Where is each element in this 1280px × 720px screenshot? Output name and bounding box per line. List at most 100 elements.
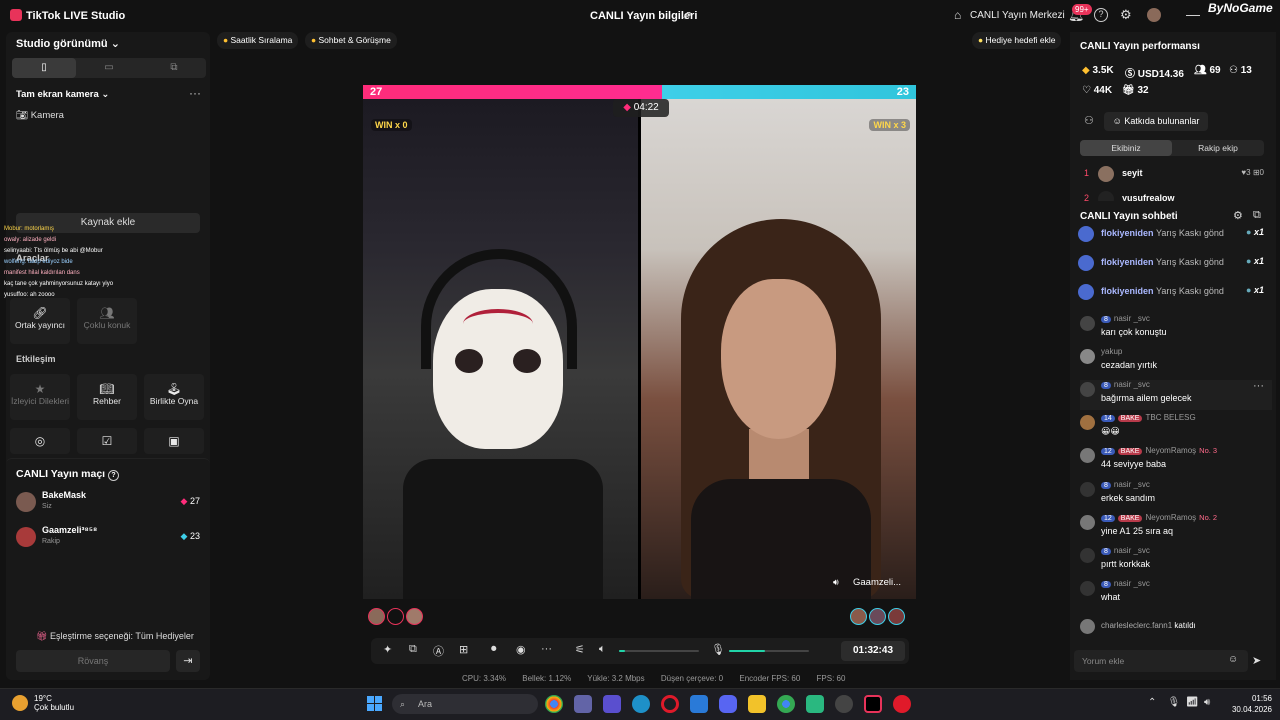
chat-username[interactable]: TBC BELESG — [1145, 413, 1195, 422]
chat-message[interactable]: 8 nasir _svc karı çok konuştu — [1080, 314, 1272, 344]
chrome-icon[interactable] — [777, 695, 795, 713]
avatar[interactable] — [850, 608, 867, 625]
avatar[interactable] — [368, 608, 385, 625]
co-host-button[interactable]: 🔗︎ Ortak yayıncı — [10, 298, 70, 344]
volume-icon[interactable]: 🔈︎ — [599, 643, 606, 656]
folder-icon[interactable] — [748, 695, 766, 713]
people-icon[interactable]: ⚇ — [1084, 114, 1094, 127]
system-clock[interactable]: 01:56 30.04.2026 — [1228, 693, 1272, 715]
chat-username[interactable]: nasir _svc — [1114, 314, 1150, 323]
portrait-layout-tab[interactable]: ▯ — [12, 58, 76, 78]
weather-widget[interactable]: 19°C Çok bulutlu — [34, 694, 74, 712]
contributor-row[interactable]: 1 seyit ♥3 ⊞0 — [1084, 166, 1268, 184]
settings-icon[interactable]: ⚙ — [1233, 209, 1243, 222]
multi-guest-button[interactable]: 👥︎ Çoklu konuk — [77, 298, 137, 344]
chat-message[interactable]: 12 BAKE NeyomRamoş No. 2 yine A1 25 sıra aq — [1080, 513, 1272, 543]
home-icon[interactable]: ⌂ — [954, 8, 961, 22]
opera-icon[interactable] — [661, 695, 679, 713]
ai-icon[interactable]: Ⓐ — [433, 643, 444, 659]
chat-username[interactable]: nasir _svc — [1114, 380, 1150, 389]
start-button[interactable] — [367, 696, 383, 712]
player-row[interactable]: Gaamzeli³⁸⁵⁸ Rakip ◆ 23 — [16, 525, 206, 551]
mic-slider[interactable] — [729, 650, 809, 652]
taskbar-search[interactable]: ⌕ Ara — [392, 694, 538, 714]
avatar[interactable] — [406, 608, 423, 625]
share-icon[interactable]: ⇗ — [682, 8, 692, 22]
tool-tile[interactable]: ▣ — [144, 428, 204, 454]
guide-button[interactable]: 📖︎ Rehber — [77, 374, 137, 420]
chat-username[interactable]: yakup — [1101, 347, 1122, 356]
camera-toggle-icon[interactable]: ◉ — [516, 643, 526, 656]
chat-username[interactable]: nasir _svc — [1114, 480, 1150, 489]
edge-icon[interactable] — [632, 695, 650, 713]
more-icon[interactable]: ··· — [1253, 380, 1264, 392]
discord-icon[interactable] — [719, 695, 737, 713]
chevron-up-icon[interactable]: ⌃ — [1148, 697, 1156, 708]
comment-input[interactable]: Yorum ekle — [1074, 650, 1248, 672]
chrome-icon[interactable] — [545, 695, 563, 713]
more-icon[interactable]: ··· — [189, 86, 201, 100]
studio-view-dropdown[interactable]: Studio görünümü ⌄ — [16, 37, 120, 50]
youtube-icon[interactable] — [893, 695, 911, 713]
app-icon[interactable] — [806, 695, 824, 713]
player-row[interactable]: BakeMask Siz ◆ 27 — [16, 490, 206, 516]
landscape-layout-tab[interactable]: ▭ — [77, 58, 141, 78]
hourly-ranking-chip[interactable]: ● Saatlik Sıralama — [217, 32, 299, 49]
volume-slider[interactable] — [619, 650, 699, 652]
magic-wand-icon[interactable]: ✦ — [383, 643, 392, 656]
split-layout-tab[interactable]: ⧉ — [142, 58, 206, 78]
tool-tile[interactable]: ◎ — [10, 428, 70, 454]
help-icon[interactable]: ? — [108, 470, 120, 481]
contributor-row[interactable]: 2 yusufrealow — [1084, 191, 1268, 201]
more-icon[interactable]: ··· — [541, 643, 552, 655]
chat-message[interactable]: 8 nasir _svc erkek sandım — [1080, 480, 1272, 510]
chat-message[interactable]: 8 nasir _svc pırtt korkkak — [1080, 546, 1272, 576]
minimize-icon[interactable]: — — [1186, 6, 1200, 22]
avatar[interactable] — [869, 608, 886, 625]
tab-your-team[interactable]: Ekibiniz — [1080, 140, 1172, 156]
settings-sliders-icon[interactable]: ⚟ — [575, 643, 585, 656]
camera-source[interactable]: 📷︎ Kamera — [16, 110, 64, 121]
layout-icon[interactable]: ⊞ — [459, 643, 468, 656]
avatar[interactable] — [387, 608, 404, 625]
chat-meet-chip[interactable]: ● Sohbet & Görüşme — [305, 32, 397, 49]
scene-dropdown[interactable]: Tam ekran kamera ⌄ — [16, 89, 109, 100]
record-icon[interactable]: ⏺ — [491, 643, 497, 656]
volume-icon[interactable]: 🔊︎ — [1204, 697, 1210, 708]
contributors-button[interactable]: ☺ Katkıda bulunanlar — [1104, 112, 1208, 131]
app-icon[interactable] — [690, 695, 708, 713]
chat-username[interactable]: nasir _svc — [1114, 579, 1150, 588]
avatar[interactable] — [1147, 8, 1161, 22]
chat-message[interactable]: 14 BAKE TBC BELESG 😀😀 — [1080, 413, 1272, 443]
help-icon[interactable]: ? — [1094, 8, 1108, 22]
avatar[interactable] — [888, 608, 905, 625]
emoji-icon[interactable]: ☺ — [1228, 654, 1238, 665]
speaker-icon[interactable]: 🔊︎ — [833, 577, 839, 588]
tab-rival-team[interactable]: Rakip ekip — [1172, 140, 1264, 156]
chat-message[interactable]: 12 BAKE NeyomRamoş No. 3 44 seviyye baba — [1080, 446, 1272, 476]
network-icon[interactable]: 📶︎ — [1186, 697, 1199, 708]
rematch-button[interactable]: Rövanş — [16, 650, 170, 672]
chat-username[interactable]: nasir _svc — [1114, 546, 1150, 555]
chat-username[interactable]: NeyomRamoş — [1145, 446, 1196, 455]
chat-message[interactable]: 8 nasir _svc bağırma ailem gelecek ··· — [1080, 380, 1272, 410]
teams-icon[interactable] — [574, 695, 592, 713]
app-icon[interactable] — [603, 695, 621, 713]
mic-icon[interactable]: 🎙︎ — [711, 643, 725, 656]
tool-tile[interactable]: ☑ — [77, 428, 137, 454]
live-center-link[interactable]: CANLI Yayın Merkezi — [970, 10, 1065, 21]
tiktok-studio-icon[interactable] — [864, 695, 882, 713]
popout-icon[interactable]: ⧉ — [1253, 209, 1261, 222]
chat-username[interactable]: NeyomRamoş — [1145, 513, 1196, 522]
mic-icon[interactable]: 🎙︎ — [1168, 697, 1181, 708]
gear-icon[interactable]: ⚙ — [1120, 7, 1132, 23]
screen-icon[interactable]: ⧉ — [409, 643, 417, 656]
app-icon[interactable] — [835, 695, 853, 713]
viewer-wishes-button[interactable]: ★ İzleyici Dilekleri — [10, 374, 70, 420]
gift-goal-chip[interactable]: ● Hediye hedefi ekle — [972, 32, 1062, 49]
play-together-button[interactable]: 🕹︎ Birlikte Oyna — [144, 374, 204, 420]
chat-message[interactable]: yakup cezadan yırtık — [1080, 347, 1272, 377]
send-icon[interactable]: ➤ — [1252, 654, 1261, 667]
chat-message[interactable]: 8 nasir _svc what — [1080, 579, 1272, 609]
exit-match-icon[interactable]: ⇥ — [176, 650, 200, 672]
